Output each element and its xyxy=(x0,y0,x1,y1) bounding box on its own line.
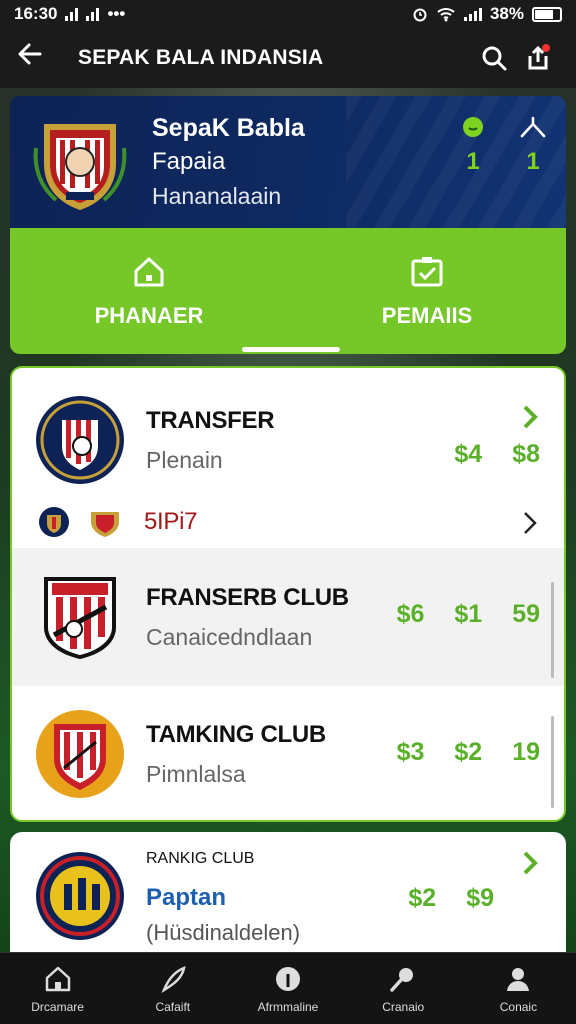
bottom-nav: Drcamare Cafaift Afrmmaline Cranaio Cona… xyxy=(0,952,576,1024)
chevron-right-icon[interactable] xyxy=(520,404,542,430)
online-dot-icon xyxy=(463,117,483,137)
nav-item-info[interactable]: Afrmmaline xyxy=(230,953,345,1024)
club-badge-icon xyxy=(36,396,124,484)
price: 19 xyxy=(512,738,540,766)
price-group: $6 $1 59 xyxy=(397,600,540,629)
stat-online: 1 xyxy=(462,116,484,176)
price-group: $3 $2 19 xyxy=(397,738,540,767)
club-crest-icon xyxy=(33,124,127,210)
price-group: $4 $8 xyxy=(454,440,540,469)
club-subtitle: Pimnlalsa xyxy=(146,760,246,787)
club-subtitle: Paptan xyxy=(146,884,227,911)
tab-indicator xyxy=(242,347,340,352)
notification-dot xyxy=(542,44,550,52)
club-name: TRANSFER xyxy=(146,406,275,434)
price: $1 xyxy=(454,600,483,628)
price: $2 xyxy=(408,884,437,912)
club-subtitle: Plenain xyxy=(146,446,223,473)
search-button[interactable] xyxy=(472,36,516,80)
club-badge-icon xyxy=(36,852,124,940)
club-hero-card: SepaK Babla Fapaia Hananalaain 1 1 PHANA… xyxy=(10,96,566,354)
nav-label: Afrmmaline xyxy=(257,999,319,1014)
tab-players[interactable]: PEMAIIS xyxy=(288,228,566,354)
person-icon xyxy=(520,116,546,138)
nav-label: Conaic xyxy=(499,999,538,1014)
mini-badge-icon xyxy=(39,507,69,537)
price: $8 xyxy=(512,440,540,468)
price: $9 xyxy=(466,884,494,912)
cell-signal-icon xyxy=(463,7,482,21)
chevron-right-icon[interactable] xyxy=(520,850,542,876)
tab-home-label: PHANAER xyxy=(94,303,204,328)
battery-percent: 38% xyxy=(489,4,524,23)
info-icon xyxy=(276,966,300,991)
price: 59 xyxy=(512,600,540,628)
nav-label: Cranaio xyxy=(382,999,425,1014)
page-title: SEPAK BALA INDANSIA xyxy=(78,46,324,69)
status-bar: 16:30 ••• 38% xyxy=(0,0,576,28)
list-item[interactable]: TAMKING CLUB Pimnlalsa $3 $2 19 xyxy=(12,686,564,820)
share-button[interactable] xyxy=(516,36,560,80)
nav-item-home[interactable]: Drcamare xyxy=(0,953,115,1024)
search-icon xyxy=(390,967,414,992)
club-name: FRANSERB CLUB xyxy=(146,583,349,611)
ranking-club-card[interactable]: RANKIG CLUB Paptan (Hüsdinaldelen) $2 $9 xyxy=(10,832,566,962)
club-name: TAMKING CLUB xyxy=(146,720,326,748)
list-item[interactable]: TRANSFER Plenain $4 $8 xyxy=(12,380,564,500)
club-note: (Hüsdinaldelen) xyxy=(146,920,301,945)
club-description: Hananalaain xyxy=(152,183,282,209)
nav-item-search[interactable]: Cranaio xyxy=(346,953,461,1024)
list-item[interactable]: FRANSERB CLUB Canaicedndlaan $6 $1 59 xyxy=(12,548,564,686)
stat-value: 1 xyxy=(466,148,480,175)
stat-people: 1 xyxy=(520,116,546,176)
list-item[interactable]: 5IPi7 xyxy=(12,496,564,548)
chevron-right-icon[interactable] xyxy=(520,510,542,536)
signal-icon-2 xyxy=(86,7,100,21)
price: $2 xyxy=(454,738,483,766)
clipboard-check-icon xyxy=(411,257,443,287)
club-name: 5IPi7 xyxy=(144,508,198,535)
scrollbar[interactable] xyxy=(551,582,554,678)
price: $3 xyxy=(396,738,425,766)
mini-badge-icon-2 xyxy=(91,512,119,537)
club-list-card: TRANSFER Plenain $4 $8 5IPi7 FRANSERB CL… xyxy=(10,366,566,822)
nav-label: Cafaift xyxy=(155,999,191,1014)
home-icon xyxy=(134,257,164,287)
scrollbar[interactable] xyxy=(551,716,554,808)
club-name: RANKIG CLUB xyxy=(146,850,255,867)
wifi-icon xyxy=(437,8,455,22)
home-icon xyxy=(45,966,70,991)
arrow-left-icon xyxy=(18,43,42,65)
tab-players-label: PEMAIIS xyxy=(381,303,473,328)
user-icon xyxy=(507,967,530,991)
alarm-icon xyxy=(413,8,427,22)
more-dots: ••• xyxy=(107,4,126,23)
stat-value: 1 xyxy=(526,148,540,175)
signal-icon xyxy=(65,7,79,21)
hero-stats: 1 1 xyxy=(462,116,546,176)
app-bar: SEPAK BALA INDANSIA xyxy=(0,28,576,88)
nav-item-edit[interactable]: Cafaift xyxy=(115,953,230,1024)
search-icon xyxy=(482,46,507,71)
quill-icon xyxy=(161,965,186,993)
back-button[interactable] xyxy=(16,40,60,76)
battery-icon xyxy=(532,6,562,22)
club-subtitle: Canaicedndlaan xyxy=(146,623,313,650)
tab-home[interactable]: PHANAER xyxy=(10,228,288,354)
price-group: $2 $9 xyxy=(408,884,494,913)
club-title: SepaK Babla xyxy=(152,114,305,142)
price: $6 xyxy=(396,600,425,628)
nav-label: Drcamare xyxy=(31,999,84,1014)
nav-item-profile[interactable]: Conaic xyxy=(461,953,576,1024)
price: $4 xyxy=(454,440,483,468)
status-time: 16:30 xyxy=(14,4,58,23)
club-badge-icon xyxy=(36,710,124,798)
club-badge-icon xyxy=(44,577,116,659)
club-subtitle: Fapaia xyxy=(152,148,226,175)
